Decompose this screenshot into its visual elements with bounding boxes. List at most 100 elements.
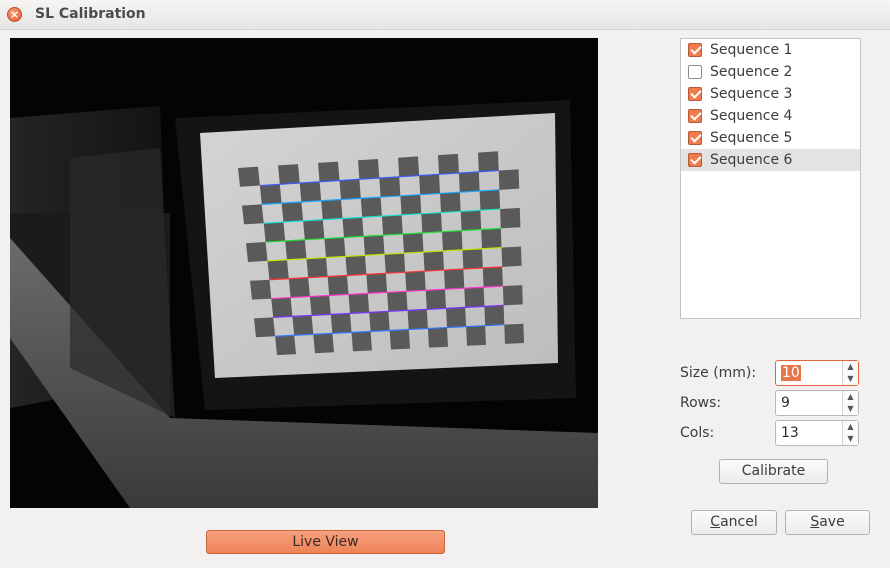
chevron-up-icon[interactable]: ▲ — [843, 421, 858, 433]
checker-square — [254, 317, 276, 338]
checker-square — [271, 297, 293, 318]
checker-square — [502, 285, 523, 306]
camera-view — [10, 38, 598, 508]
checker-square — [351, 331, 372, 352]
window-title: SL Calibration — [35, 6, 146, 22]
rows-label: Rows: — [680, 395, 722, 411]
checker-square — [444, 269, 465, 290]
chevron-down-icon[interactable]: ▼ — [843, 433, 858, 445]
chevron-down-icon[interactable]: ▼ — [843, 373, 858, 385]
checker-square — [313, 333, 334, 354]
cols-value[interactable]: 13 — [781, 425, 799, 441]
checker-square — [423, 250, 444, 272]
checker-square — [440, 192, 461, 213]
checker-square — [363, 235, 385, 256]
chevron-up-icon[interactable]: ▲ — [843, 361, 858, 373]
sequence-item[interactable]: Sequence 5 — [681, 127, 860, 149]
cancel-mnemonic: C — [710, 514, 721, 530]
checker-square — [442, 230, 463, 251]
checker-square — [242, 204, 264, 225]
checker-square — [500, 207, 521, 229]
checker-square — [384, 253, 406, 274]
rows-stepper[interactable]: ▲ ▼ — [842, 391, 858, 415]
live-view-button[interactable]: Live View — [206, 530, 445, 554]
checkerboard-camera-image — [10, 38, 598, 508]
checker-square — [501, 246, 522, 267]
checker-square — [348, 293, 370, 314]
save-button[interactable]: Save — [785, 510, 870, 535]
checker-square — [275, 335, 296, 356]
sequence-item[interactable]: Sequence 6 — [681, 149, 860, 171]
checker-square — [460, 210, 482, 231]
checker-square — [466, 325, 486, 346]
cols-stepper[interactable]: ▲ ▼ — [842, 421, 858, 445]
checker-square — [387, 291, 408, 312]
checker-square — [250, 279, 272, 300]
checker-square — [400, 194, 422, 215]
sequence-label: Sequence 2 — [710, 64, 793, 80]
sequence-label: Sequence 3 — [710, 86, 793, 102]
sequence-item[interactable]: Sequence 3 — [681, 83, 860, 105]
checker-square — [419, 174, 440, 195]
checker-square — [259, 184, 282, 205]
checker-square — [246, 242, 268, 262]
rows-value[interactable]: 9 — [781, 395, 790, 411]
checker-square — [398, 156, 420, 177]
sequence-checkbox[interactable] — [688, 109, 702, 123]
checker-square — [288, 277, 310, 298]
cancel-button[interactable]: Cancel — [691, 510, 777, 535]
sequence-label: Sequence 4 — [710, 108, 793, 124]
checker-square — [481, 228, 502, 249]
cancel-label-rest: ancel — [720, 514, 758, 530]
checker-square — [321, 199, 343, 220]
save-mnemonic: S — [810, 514, 820, 530]
save-label-rest: ave — [819, 514, 845, 530]
checker-square — [299, 181, 322, 202]
checker-square — [421, 212, 442, 233]
checker-square — [238, 166, 260, 187]
checker-square — [438, 153, 459, 175]
sequence-checkbox[interactable] — [688, 153, 702, 167]
size-stepper[interactable]: ▲ ▼ — [842, 361, 858, 385]
checker-square — [405, 271, 426, 292]
checker-square — [458, 171, 480, 193]
checker-square — [478, 151, 499, 172]
sequence-item[interactable]: Sequence 4 — [681, 105, 860, 127]
checker-square — [318, 161, 340, 182]
checker-square — [324, 237, 346, 258]
checker-square — [327, 275, 349, 296]
rows-spinbox[interactable]: 9 ▲ ▼ — [775, 390, 859, 416]
size-value[interactable]: 10 — [781, 365, 801, 381]
checker-square — [358, 159, 380, 180]
sequence-checkbox[interactable] — [688, 131, 702, 145]
title-bar: × SL Calibration — [0, 0, 890, 30]
checker-square — [330, 313, 352, 334]
checker-square — [285, 239, 307, 260]
cols-spinbox[interactable]: 13 ▲ ▼ — [775, 420, 859, 446]
calibrate-button[interactable]: Calibrate — [719, 459, 828, 484]
size-spinbox[interactable]: 10 ▲ ▼ — [775, 360, 859, 386]
sequence-list[interactable]: Sequence 1 Sequence 2 Sequence 3 Sequenc… — [680, 38, 861, 319]
sequence-item[interactable]: Sequence 2 — [681, 61, 860, 83]
chevron-down-icon[interactable]: ▼ — [843, 403, 858, 415]
sequence-checkbox[interactable] — [688, 43, 702, 57]
sequence-label: Sequence 1 — [710, 42, 793, 58]
cols-label: Cols: — [680, 425, 715, 441]
checker-square — [479, 189, 501, 211]
checker-square — [464, 287, 485, 308]
checker-square — [292, 315, 314, 336]
sequence-checkbox[interactable] — [688, 87, 702, 101]
checker-square — [281, 201, 304, 223]
checker-square — [427, 327, 448, 348]
checker-square — [263, 222, 286, 243]
chevron-up-icon[interactable]: ▲ — [843, 391, 858, 403]
checker-square — [402, 232, 424, 254]
checker-square — [278, 164, 300, 185]
sequence-checkbox[interactable] — [688, 65, 702, 79]
sequence-item[interactable]: Sequence 1 — [681, 39, 860, 61]
close-icon[interactable]: × — [7, 7, 22, 22]
checker-square — [425, 289, 446, 310]
checker-square — [379, 176, 401, 198]
checker-square — [342, 217, 364, 238]
checker-square — [484, 305, 505, 326]
